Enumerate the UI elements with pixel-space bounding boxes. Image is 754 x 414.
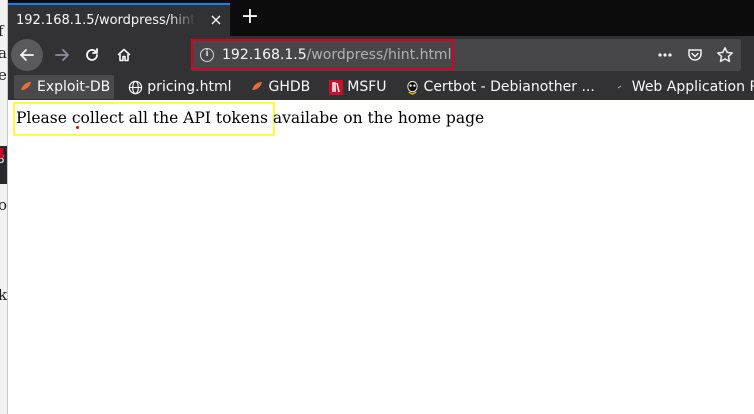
arrow-left-icon	[20, 49, 34, 61]
globe-icon	[128, 80, 143, 95]
pocket-icon[interactable]	[683, 43, 707, 67]
red-dot-marker	[76, 126, 79, 129]
bookmark-msfu[interactable]: MSFU	[324, 75, 390, 99]
home-button[interactable]	[108, 40, 140, 70]
bookmark-web-app[interactable]: Web Application Penet...	[609, 75, 754, 99]
hint-text: Please collect all the API tokens availa…	[16, 109, 485, 127]
bookmark-label: Exploit-DB	[37, 79, 111, 95]
browser-tab[interactable]: 192.168.1.5/wordpress/hint.html ×	[8, 3, 230, 36]
url-highlight-annotation	[191, 39, 454, 70]
home-icon	[117, 48, 131, 62]
bookmark-star-icon[interactable]	[713, 43, 737, 67]
bookmark-label: Certbot - Debianother ...	[423, 79, 595, 95]
exploit-db-icon	[18, 80, 33, 95]
forward-button[interactable]	[46, 40, 78, 70]
certbot-icon	[405, 80, 420, 95]
bookmark-label: GHDB	[268, 79, 311, 95]
bookmark-ghdb[interactable]: GHDB	[246, 75, 315, 99]
navigation-toolbar: i 192.168.1.5/wordpress/hint.html	[8, 36, 754, 74]
bookmark-pricing[interactable]: pricing.html	[124, 75, 235, 99]
url-actions	[653, 43, 737, 67]
tab-title: 192.168.1.5/wordpress/hint.html	[16, 13, 196, 28]
plus-icon: +	[240, 4, 260, 29]
reload-icon	[86, 48, 98, 61]
close-icon[interactable]: ×	[208, 12, 224, 28]
background-window-edge: f a e 8 o k	[0, 0, 8, 414]
more-icon[interactable]	[653, 43, 677, 67]
page-content: Please collect all the API tokens availa…	[8, 100, 754, 414]
arrow-right-icon	[55, 49, 69, 61]
bookmark-label: Web Application Penet...	[631, 79, 754, 95]
web-app-icon	[613, 80, 628, 95]
bookmark-label: pricing.html	[147, 79, 232, 95]
tab-bar: 192.168.1.5/wordpress/hint.html × +	[8, 0, 754, 36]
bookmark-label: MSFU	[347, 79, 387, 95]
reload-button[interactable]	[76, 40, 108, 70]
bookmark-certbot[interactable]: Certbot - Debianother ...	[401, 75, 599, 99]
msfu-icon	[328, 79, 343, 95]
back-button[interactable]	[11, 39, 43, 71]
bookmarks-toolbar: Exploit-DB pricing.html GHDB MSFU Certbo…	[8, 74, 754, 100]
browser-chrome: 192.168.1.5/wordpress/hint.html × +	[8, 0, 754, 100]
bookmark-exploit-db[interactable]: Exploit-DB	[14, 75, 115, 99]
new-tab-button[interactable]: +	[238, 6, 262, 30]
ghdb-icon	[250, 80, 265, 95]
